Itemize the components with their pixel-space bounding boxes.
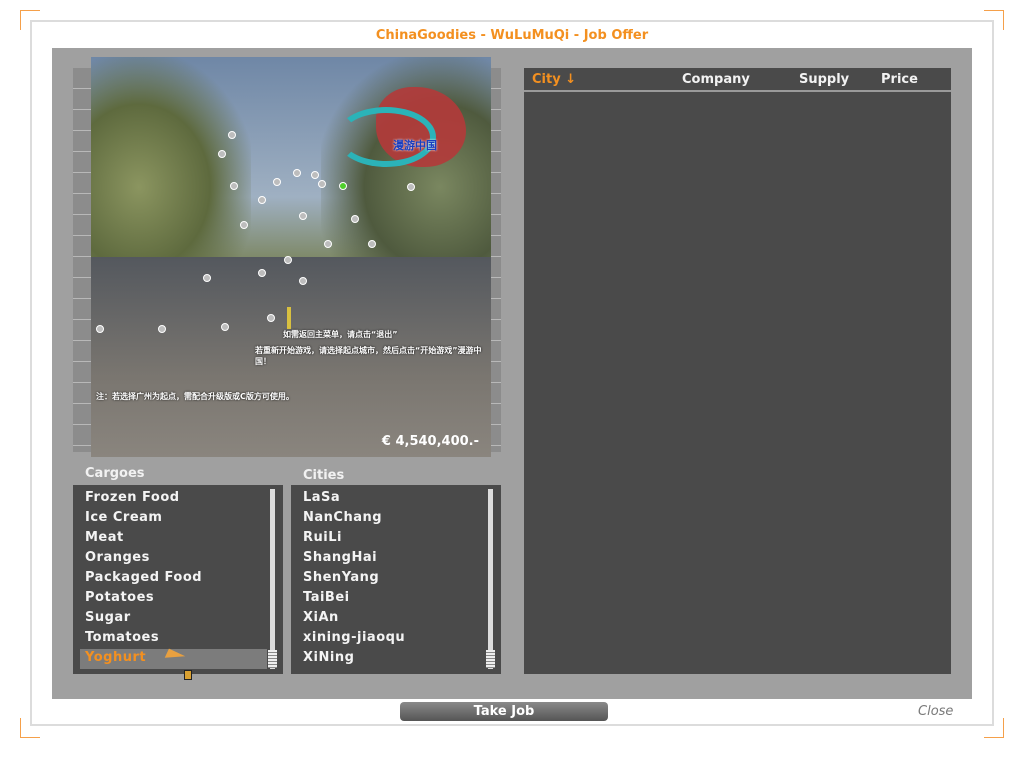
city-marker[interactable] (267, 314, 275, 322)
scrollbar-thumb[interactable] (268, 650, 277, 668)
scrollbar-thumb[interactable] (486, 650, 495, 668)
cities-item[interactable]: ShenYang (303, 570, 379, 585)
city-marker[interactable] (203, 274, 211, 282)
cargoes-item[interactable]: Yoghurt (85, 650, 146, 665)
column-city[interactable]: City ↓ (532, 72, 576, 87)
cities-item[interactable]: TaiBei (303, 590, 350, 605)
money-display: € 4,540,400.- (381, 434, 479, 449)
cities-label: Cities (303, 468, 345, 483)
cargoes-item[interactable]: Frozen Food (85, 490, 180, 505)
close-button[interactable]: Close (918, 704, 953, 719)
road-marking (287, 307, 291, 329)
city-marker[interactable] (240, 221, 248, 229)
city-marker[interactable] (324, 240, 332, 248)
city-marker[interactable] (228, 131, 236, 139)
city-marker[interactable] (284, 256, 292, 264)
cargoes-item[interactable]: Tomatoes (85, 630, 159, 645)
city-marker[interactable] (299, 212, 307, 220)
city-marker[interactable] (258, 196, 266, 204)
city-marker[interactable] (351, 215, 359, 223)
china-map[interactable]: 漫游中国 如需返回主菜单，请点击“退出” 若重新开始游戏，请选择起点城市，然后点… (91, 57, 491, 457)
city-marker[interactable] (293, 169, 301, 177)
cargoes-list[interactable]: Frozen Food Ice Cream Meat Oranges Packaged … (73, 485, 283, 674)
column-company[interactable]: Company (682, 72, 750, 87)
city-marker[interactable] (299, 277, 307, 285)
logo-text: 漫游中国 (393, 139, 437, 152)
cities-item[interactable]: RuiLi (303, 530, 342, 545)
cargoes-item[interactable]: Meat (85, 530, 124, 545)
take-job-button[interactable]: Take Job (400, 702, 608, 721)
cities-item[interactable]: ShangHai (303, 550, 377, 565)
table-header: City ↓ Company Supply Price (524, 68, 951, 92)
city-marker[interactable] (96, 325, 104, 333)
cargoes-item[interactable]: Ice Cream (85, 510, 162, 525)
city-marker[interactable] (158, 325, 166, 333)
map-instruction: 若重新开始游戏，请选择起点城市，然后点击“开始游戏”漫游中国！ (255, 346, 482, 366)
city-marker[interactable] (407, 183, 415, 191)
cargoes-label: Cargoes (85, 466, 145, 481)
city-marker[interactable] (258, 269, 266, 277)
map-ruler-left (73, 68, 91, 452)
map-instruction: 如需返回主菜单，请点击“退出” (283, 330, 398, 339)
city-marker[interactable] (221, 323, 229, 331)
map-ruler-right (491, 68, 501, 452)
city-marker[interactable] (368, 240, 376, 248)
scrollbar[interactable] (270, 489, 275, 669)
column-supply[interactable]: Supply (799, 72, 849, 87)
city-marker[interactable] (318, 180, 326, 188)
cargoes-item[interactable]: Oranges (85, 550, 150, 565)
window-title: ChinaGoodies - WuLuMuQi - Job Offer (375, 28, 649, 43)
job-offers-table: City ↓ Company Supply Price (524, 68, 951, 674)
city-marker[interactable] (311, 171, 319, 179)
scrollbar[interactable] (488, 489, 493, 669)
cities-item[interactable]: LaSa (303, 490, 340, 505)
city-marker[interactable] (230, 182, 238, 190)
city-marker[interactable] (339, 182, 347, 190)
city-marker[interactable] (273, 178, 281, 186)
cities-item[interactable]: XiAn (303, 610, 339, 625)
cargoes-item[interactable]: Sugar (85, 610, 131, 625)
cargoes-item[interactable]: Packaged Food (85, 570, 202, 585)
cities-item[interactable]: xining-jiaoqu (303, 630, 405, 645)
column-price[interactable]: Price (881, 72, 918, 87)
cities-item[interactable]: NanChang (303, 510, 382, 525)
city-marker[interactable] (218, 150, 226, 158)
cities-list[interactable]: LaSa NanChang RuiLi ShangHai ShenYang TaiBei X… (291, 485, 501, 674)
cities-item[interactable]: XiNing (303, 650, 354, 665)
cargoes-item[interactable]: Potatoes (85, 590, 154, 605)
map-note: 注：若选择广州为起点，需配合升级版或C版方可使用。 (96, 392, 294, 401)
hourglass-icon (184, 670, 192, 680)
